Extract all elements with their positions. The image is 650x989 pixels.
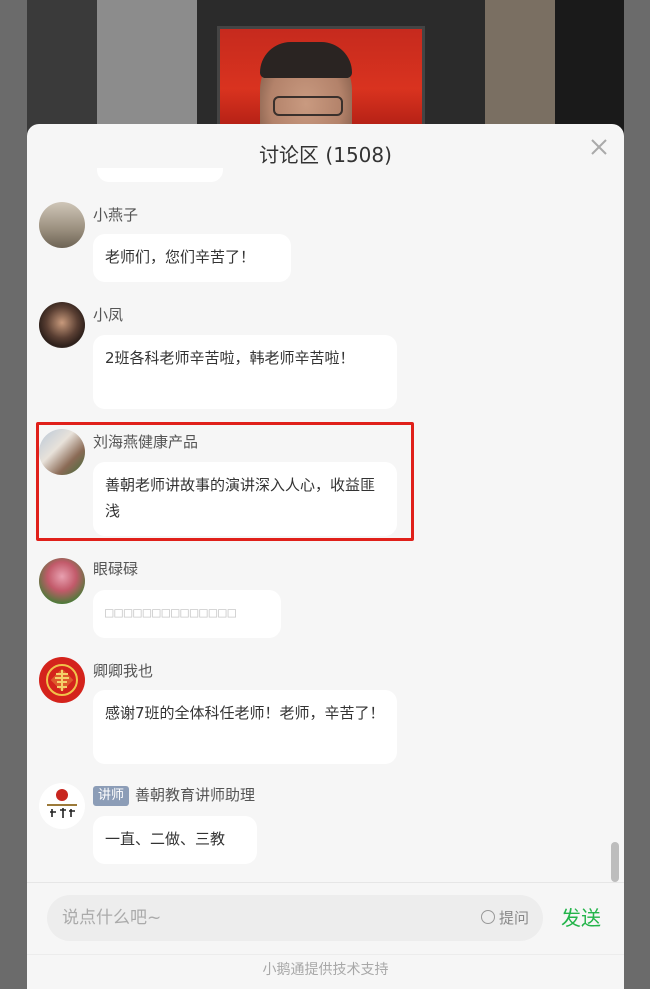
message-bubble: 感谢7班的全体科任老师！老师，辛苦了！ [93, 690, 397, 764]
discussion-panel: 讨论区 (1508) 小燕子 老师们，您们辛苦了！ 小凤 2班各科老师辛苦啦，韩… [27, 124, 624, 989]
message-bubble: 老师们，您们辛苦了！ [93, 234, 291, 282]
video-background [555, 0, 624, 140]
radio-icon [480, 910, 495, 924]
ask-question-toggle[interactable]: 提问 [480, 895, 529, 941]
chun-emblem-icon [46, 664, 78, 696]
avatar[interactable] [39, 302, 85, 348]
lecturer-badge: 讲师 [93, 786, 130, 806]
sender-name: 眼碌碌 [93, 560, 139, 578]
message-bubble: 一直、二做、三教 [93, 816, 257, 864]
sender-name: 卿卿我也 [93, 662, 154, 680]
message-bubble: 2班各科老师辛苦啦，韩老师辛苦啦！ [93, 335, 397, 409]
sender-name: 小凤 [93, 306, 124, 324]
avatar[interactable] [39, 558, 85, 604]
presenter-hair [260, 42, 352, 78]
video-background [485, 0, 555, 140]
close-icon[interactable] [588, 136, 610, 158]
send-button[interactable]: 发送 [561, 895, 601, 941]
input-bar: 说点什么吧~ 提问 发送 [27, 882, 624, 955]
sender-name: 讲师 善朝教育讲师助理 [93, 784, 255, 806]
highlight-box [36, 422, 414, 541]
video-background [27, 0, 97, 140]
avatar[interactable] [39, 202, 85, 248]
previous-message-bubble [97, 168, 223, 182]
sender-name: 小燕子 [93, 206, 139, 224]
presenter-glasses [273, 96, 343, 116]
message-bubble: □□□□□□□□□□□□□□ [93, 590, 281, 638]
avatar[interactable] [39, 783, 85, 829]
sender-name-text: 善朝教育讲师助理 [135, 786, 256, 804]
school-logo-icon [47, 789, 77, 818]
video-background [97, 0, 197, 140]
tech-support-footer: 小鹅通提供技术支持 [27, 954, 624, 989]
comment-input[interactable]: 说点什么吧~ 提问 [47, 895, 543, 941]
ask-label: 提问 [498, 909, 529, 927]
avatar[interactable] [39, 657, 85, 703]
scrollbar[interactable] [611, 842, 619, 882]
live-video[interactable] [27, 0, 624, 140]
input-placeholder: 说点什么吧~ [62, 908, 162, 928]
